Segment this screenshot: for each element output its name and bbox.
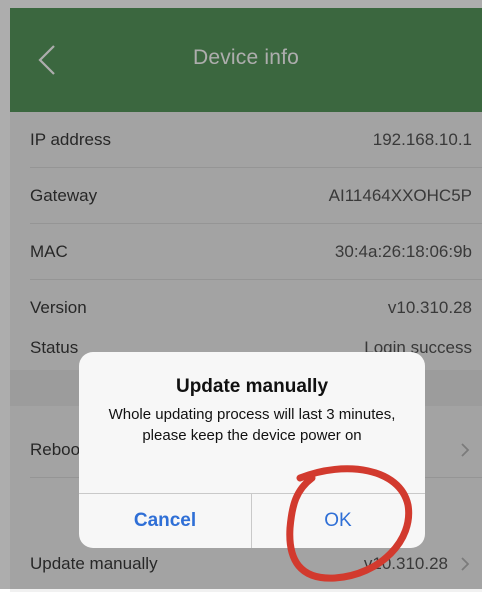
ok-button[interactable]: OK	[252, 494, 424, 548]
update-dialog: Update manually Whole updating process w…	[79, 352, 425, 548]
dialog-message: Whole updating process will last 3 minut…	[108, 406, 396, 444]
device-info-screen: Device info IP address 192.168.10.1 Gate…	[0, 0, 482, 592]
cancel-button[interactable]: Cancel	[79, 494, 251, 548]
dialog-title: Update manually	[175, 376, 329, 397]
